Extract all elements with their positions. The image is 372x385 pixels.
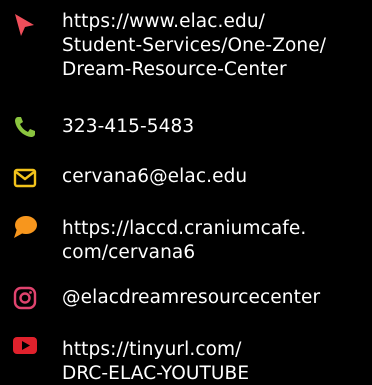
chat-link-line-1[interactable]: https://laccd.craniumcafe.: [62, 218, 306, 240]
mail-icon: [13, 168, 37, 188]
phone-icon: [15, 117, 35, 137]
instagram-icon: [13, 286, 37, 310]
youtube-link-line-1[interactable]: https://tinyurl.com/: [62, 339, 241, 361]
chat-link-line-2[interactable]: com/cervana6: [62, 242, 195, 264]
cursor-arrow-icon: [15, 14, 34, 36]
youtube-icon: [13, 337, 37, 354]
instagram-handle[interactable]: @elacdreamresourcecenter: [62, 287, 320, 309]
phone-number[interactable]: 323-415-5483: [62, 116, 194, 138]
website-link-line-2[interactable]: Student-Services/One-Zone/: [62, 35, 326, 57]
website-link-line-3[interactable]: Dream-Resource-Center: [62, 59, 287, 81]
email-link[interactable]: cervana6@elac.edu: [62, 166, 247, 188]
chat-bubble-icon: [14, 216, 37, 238]
website-link-line-1[interactable]: https://www.elac.edu/: [62, 11, 265, 33]
youtube-link-line-2[interactable]: DRC-ELAC-YOUTUBE: [62, 363, 249, 385]
